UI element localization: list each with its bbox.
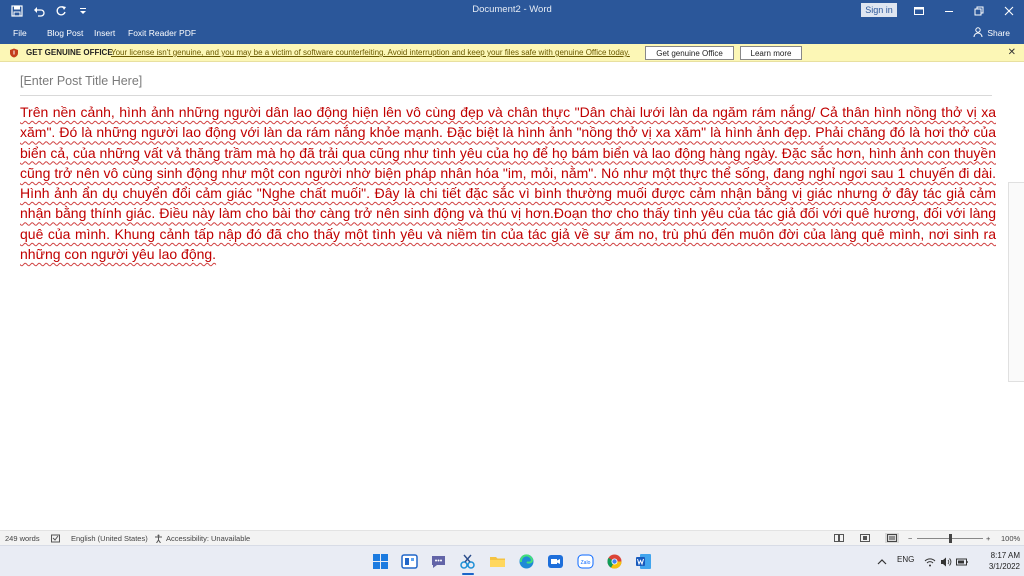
document-area[interactable]: [Enter Post Title Here] Trên nền cảnh, h…	[0, 62, 1024, 530]
accessibility-label: Accessibility: Unavailable	[166, 534, 251, 543]
quick-access-toolbar	[8, 0, 92, 22]
show-hidden-icons-chevron-icon[interactable]	[876, 555, 888, 567]
side-pane-handle[interactable]	[1008, 182, 1024, 382]
undo-icon[interactable]	[30, 2, 48, 20]
menu-bar: File Blog Post Insert Foxit Reader PDF S…	[0, 22, 1024, 44]
customize-toolbar-icon[interactable]	[74, 2, 92, 20]
wifi-icon[interactable]	[924, 555, 936, 567]
file-explorer-icon[interactable]	[487, 551, 507, 571]
accessibility-status[interactable]: Accessibility: Unavailable	[154, 534, 250, 543]
zalo-label: Zalo	[580, 560, 590, 566]
edge-browser-icon[interactable]	[516, 551, 536, 571]
redo-icon[interactable]	[52, 2, 70, 20]
close-notification-icon[interactable]: ✕	[1008, 47, 1016, 58]
title-divider	[20, 95, 992, 96]
menu-blog-post[interactable]: Blog Post	[47, 28, 83, 38]
active-app-indicator	[462, 573, 474, 575]
proofing-icon[interactable]	[51, 534, 60, 543]
notification-title: GET GENUINE OFFICE	[26, 48, 113, 57]
chrome-icon[interactable]	[604, 551, 624, 571]
post-title-placeholder[interactable]: [Enter Post Title Here]	[20, 74, 142, 88]
accessibility-icon	[154, 534, 163, 543]
genuine-office-notification: GET GENUINE OFFICE Your license isn't ge…	[0, 44, 1024, 62]
clock-time: 8:17 AM	[990, 551, 1020, 560]
zoom-slider-thumb[interactable]	[949, 534, 952, 543]
share-button[interactable]: Share	[973, 27, 1010, 39]
title-bar: Document2 - Word Sign in	[0, 0, 1024, 22]
status-bar: 249 words English (United States) Access…	[0, 530, 1024, 545]
language-indicator[interactable]: English (United States)	[71, 534, 148, 543]
document-body-text[interactable]: Trên nền cảnh, hình ảnh những người dân …	[20, 102, 996, 264]
learn-more-button[interactable]: Learn more	[740, 46, 802, 60]
widgets-icon[interactable]	[399, 551, 419, 571]
notification-message-link[interactable]: Your license isn't genuine, and you may …	[111, 48, 630, 57]
close-icon[interactable]	[994, 0, 1024, 22]
zoom-in-icon[interactable]: +	[986, 534, 990, 543]
teams-chat-icon[interactable]	[428, 551, 448, 571]
sign-in-button[interactable]: Sign in	[861, 3, 897, 17]
windows-start-icon[interactable]	[370, 551, 390, 571]
word-app-icon[interactable]	[633, 551, 653, 571]
volume-icon[interactable]	[940, 555, 952, 567]
person-icon	[973, 27, 983, 39]
read-mode-view-icon[interactable]	[832, 533, 846, 543]
warning-shield-icon	[9, 48, 19, 58]
zalo-icon[interactable]: Zalo	[575, 551, 595, 571]
ribbon-display-options-icon[interactable]	[904, 0, 934, 22]
save-icon[interactable]	[8, 2, 26, 20]
snipping-tool-icon[interactable]	[457, 551, 477, 571]
minimize-icon[interactable]	[934, 0, 964, 22]
restore-icon[interactable]	[964, 0, 994, 22]
menu-foxit-reader-pdf[interactable]: Foxit Reader PDF	[128, 28, 196, 38]
clock-date: 3/1/2022	[988, 562, 1020, 571]
battery-icon[interactable]	[956, 555, 968, 567]
web-layout-view-icon[interactable]	[885, 533, 899, 543]
menu-file[interactable]: File	[13, 28, 27, 38]
get-genuine-office-button[interactable]: Get genuine Office	[645, 46, 734, 60]
zoom-out-icon[interactable]: −	[908, 534, 912, 543]
video-meeting-icon[interactable]	[545, 551, 565, 571]
taskbar: Zalo ENG 8:17 AM 3/1/2022	[0, 545, 1024, 576]
input-language[interactable]: ENG	[897, 555, 914, 564]
menu-insert[interactable]: Insert	[94, 28, 115, 38]
word-count[interactable]: 249 words	[5, 534, 40, 543]
system-clock[interactable]: 8:17 AM 3/1/2022	[980, 550, 1020, 572]
print-layout-view-icon[interactable]	[858, 533, 872, 543]
zoom-level[interactable]: 100%	[1001, 534, 1020, 543]
share-label: Share	[987, 28, 1010, 38]
